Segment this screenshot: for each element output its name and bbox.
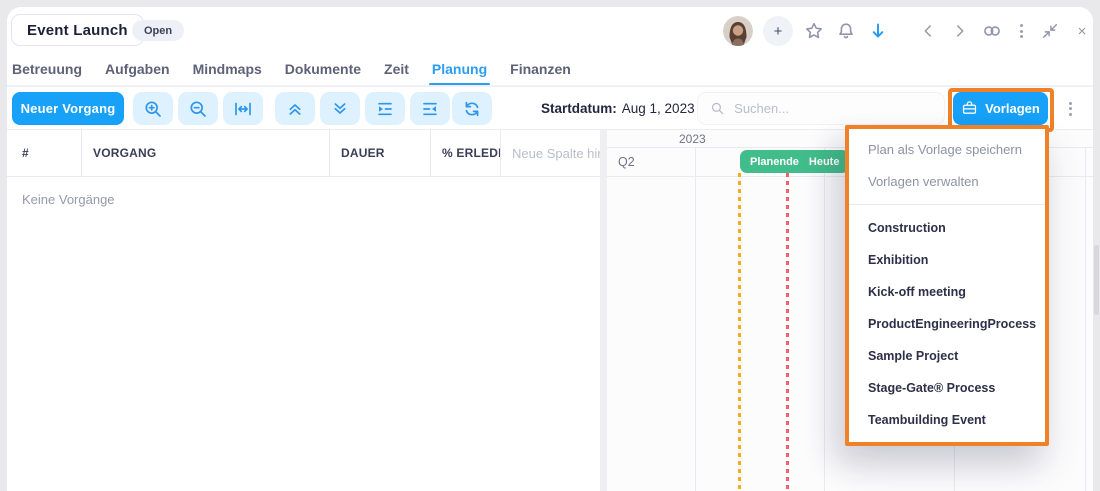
column-percent-done[interactable]: % ERLEDI… — [431, 130, 501, 176]
fit-width-icon — [235, 102, 251, 115]
outdent-icon — [423, 102, 437, 115]
tab-zeit[interactable]: Zeit — [384, 61, 409, 77]
search-box[interactable] — [697, 92, 945, 125]
avatar-image — [723, 16, 753, 46]
start-date-label: Startdatum: — [541, 101, 617, 116]
indent-button[interactable] — [365, 92, 405, 125]
grid-line — [824, 148, 825, 491]
zoom-out-icon — [190, 100, 206, 117]
tab-aufgaben[interactable]: Aufgaben — [105, 61, 170, 77]
templates-dropdown-menu: Plan als Vorlage speichern Vorlagen verw… — [845, 125, 1049, 446]
zoom-to-fit-button[interactable] — [223, 92, 263, 125]
double-chevron-down-icon — [334, 102, 346, 114]
table-gantt-splitter[interactable] — [600, 130, 607, 491]
menu-divider — [849, 204, 1045, 205]
menu-item-template[interactable]: Construction — [849, 212, 1045, 244]
zoom-in-button[interactable] — [133, 92, 173, 125]
collapse-window-icon[interactable] — [1039, 20, 1061, 42]
menu-item-template[interactable]: Teambuilding Event — [849, 404, 1045, 436]
tab-finanzen[interactable]: Finanzen — [510, 61, 571, 77]
start-date-value: Aug 1, 2023 — [621, 101, 695, 116]
timeline-markers-badge: Planende Heute — [740, 150, 850, 173]
plan-end-label: Planende — [750, 155, 799, 168]
menu-item-template[interactable]: Kick-off meeting — [849, 276, 1045, 308]
status-badge[interactable]: Open — [132, 20, 185, 41]
search-input[interactable] — [734, 101, 932, 116]
templates-button-label: Vorlagen — [985, 101, 1040, 116]
column-task[interactable]: VORGANG — [82, 130, 330, 176]
tab-dokumente[interactable]: Dokumente — [285, 61, 361, 77]
plan-end-marker-line — [738, 173, 741, 491]
empty-tasks-message: Keine Vorgänge — [22, 192, 115, 207]
expand-all-button[interactable] — [320, 92, 360, 125]
start-date: Startdatum: Aug 1, 2023 — [541, 87, 695, 130]
download-arrow-icon[interactable] — [867, 20, 889, 42]
column-duration[interactable]: DAUER — [330, 130, 431, 176]
gantt-toolbar: Neuer Vorgang Startdatum: Aug 1, 2023 Su… — [7, 87, 1093, 130]
tab-planung[interactable]: Planung — [428, 61, 491, 86]
add-column-placeholder[interactable]: Neue Spalte hir — [501, 130, 600, 176]
tab-mindmaps[interactable]: Mindmaps — [193, 61, 262, 77]
user-avatar[interactable] — [723, 16, 753, 46]
tab-bar: Betreuung Aufgaben Mindmaps Dokumente Ze… — [12, 53, 571, 86]
menu-item-template[interactable]: ProductEngineeringProcess — [849, 308, 1045, 340]
add-member-button[interactable]: + — [763, 16, 793, 46]
task-table: # VORGANG DAUER % ERLEDI… Neue Spalte hi… — [7, 130, 600, 491]
menu-item-template[interactable]: Sample Project — [849, 340, 1045, 372]
zoom-in-icon — [145, 100, 161, 117]
refresh-button[interactable] — [452, 92, 492, 125]
new-task-button[interactable]: Neuer Vorgang — [12, 92, 124, 125]
indent-icon — [378, 102, 392, 115]
grid-line — [695, 148, 696, 491]
timeline-year-label: 2023 — [679, 132, 706, 146]
grid-line — [1085, 148, 1086, 491]
notifications-bell-icon[interactable] — [835, 20, 857, 42]
timeline-quarter-label: Q2 — [618, 155, 635, 169]
nav-forward-chevron-icon[interactable] — [949, 20, 971, 42]
outdent-button[interactable] — [410, 92, 450, 125]
menu-item-manage-templates[interactable]: Vorlagen verwalten — [849, 166, 1045, 198]
link-icon[interactable] — [981, 20, 1003, 42]
zoom-out-button[interactable] — [178, 92, 218, 125]
menu-item-save-as-template[interactable]: Plan als Vorlage speichern — [849, 134, 1045, 166]
menu-item-template[interactable]: Stage-Gate® Process — [849, 372, 1045, 404]
toolbar-kebab-icon — [1062, 92, 1078, 125]
nav-back-chevron-icon[interactable] — [917, 20, 939, 42]
today-label: Heute — [808, 155, 840, 168]
today-marker-line — [786, 173, 789, 491]
search-icon — [711, 102, 724, 115]
refresh-icon — [465, 101, 479, 116]
more-options-kebab-icon[interactable] — [1013, 20, 1029, 42]
briefcase-icon — [963, 101, 977, 114]
vertical-scrollbar-thumb[interactable] — [1094, 245, 1099, 315]
toolbar-more-button[interactable] — [1060, 92, 1080, 125]
titlebar-actions: + × — [723, 15, 1093, 47]
favorite-star-icon[interactable] — [803, 20, 825, 42]
tab-betreuung[interactable]: Betreuung — [12, 61, 82, 77]
app-page: Event Launch Open + × Betreuung Aufgaben… — [0, 0, 1100, 491]
task-table-header: # VORGANG DAUER % ERLEDI… Neue Spalte hi… — [7, 130, 600, 177]
column-number[interactable]: # — [7, 130, 82, 176]
collapse-all-button[interactable] — [275, 92, 315, 125]
templates-button[interactable]: Vorlagen — [953, 92, 1048, 125]
double-chevron-up-icon — [289, 103, 301, 115]
app-window: Event Launch Open + × Betreuung Aufgaben… — [7, 7, 1093, 491]
project-title[interactable]: Event Launch — [11, 14, 144, 46]
close-icon[interactable]: × — [1071, 20, 1093, 42]
menu-item-template[interactable]: Exhibition — [849, 244, 1045, 276]
